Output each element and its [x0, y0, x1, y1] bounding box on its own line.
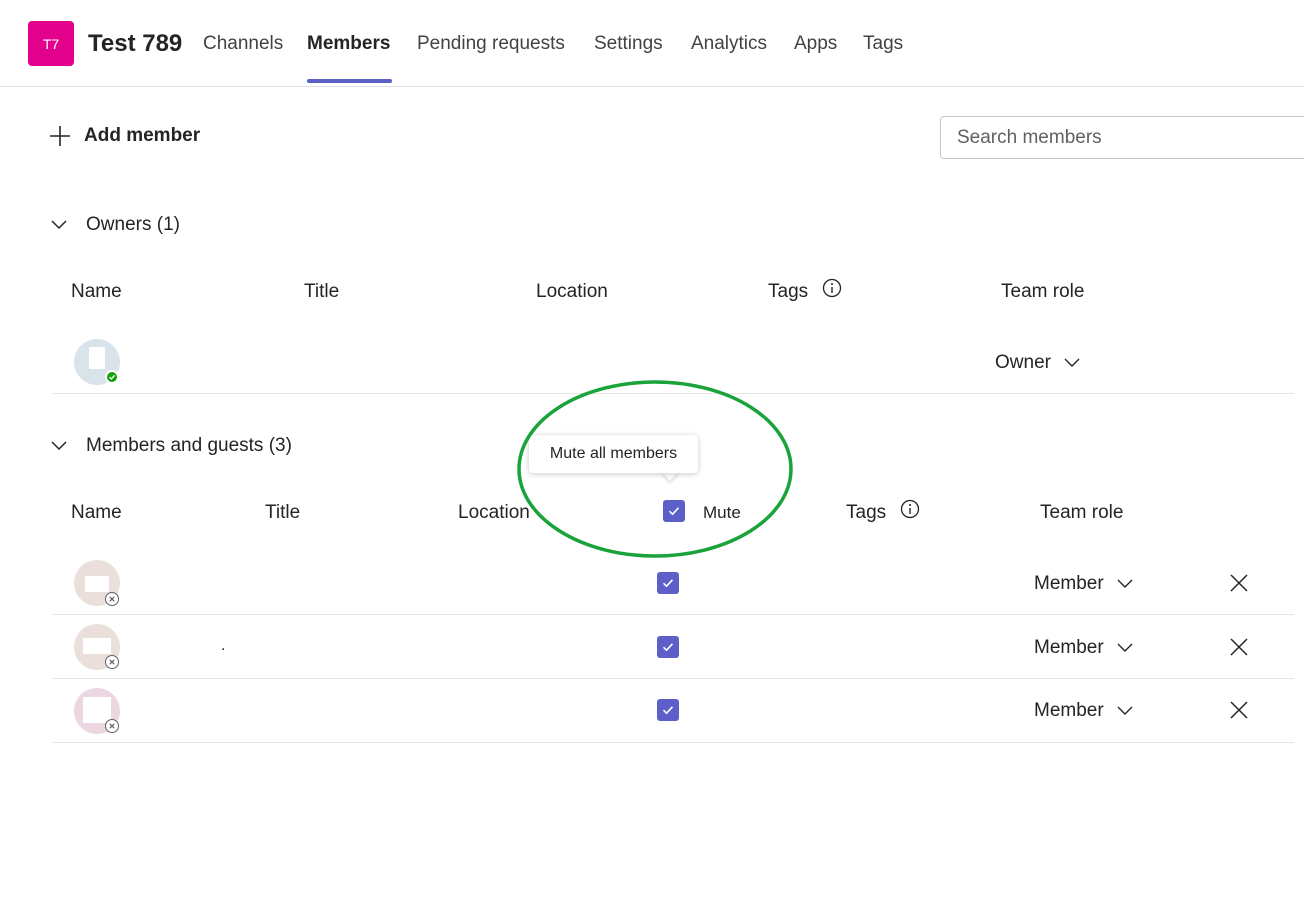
- checkmark-icon: [662, 643, 674, 652]
- info-icon[interactable]: [900, 499, 920, 519]
- avatar: [74, 339, 120, 385]
- info-icon[interactable]: [822, 278, 842, 298]
- tab-pending-requests[interactable]: Pending requests: [417, 33, 565, 55]
- members-col-title: Title: [265, 502, 301, 523]
- mute-all-tooltip: Mute all members: [529, 435, 698, 473]
- tab-analytics[interactable]: Analytics: [691, 33, 767, 55]
- tab-channels[interactable]: Channels: [203, 33, 283, 55]
- members-section-toggle[interactable]: Members and guests (3): [50, 435, 292, 457]
- members-col-name: Name: [71, 502, 122, 523]
- chevron-down-icon: [1117, 643, 1133, 652]
- members-col-location: Location: [458, 502, 530, 523]
- team-name: Test 789: [88, 30, 183, 57]
- owner-role-dropdown[interactable]: Owner: [995, 352, 1081, 374]
- presence-available-icon: [105, 370, 119, 384]
- chevron-down-icon: [1064, 358, 1080, 367]
- owners-col-title: Title: [304, 281, 340, 302]
- mute-checkbox[interactable]: [657, 699, 679, 721]
- avatar: [74, 688, 120, 734]
- close-icon[interactable]: [1228, 636, 1250, 658]
- team-avatar: T7: [28, 21, 74, 66]
- row-divider: [52, 393, 1294, 394]
- tab-members[interactable]: Members: [307, 33, 390, 55]
- member-role-label: Member: [1034, 573, 1104, 594]
- members-section-label: Members and guests (3): [86, 435, 292, 456]
- mute-checkbox[interactable]: [657, 636, 679, 658]
- close-icon[interactable]: [1228, 572, 1250, 594]
- owner-role-label: Owner: [995, 352, 1051, 373]
- row-divider: [52, 678, 1294, 679]
- row-divider: [52, 742, 1294, 743]
- owners-col-location: Location: [536, 281, 608, 302]
- chevron-down-icon: [1117, 579, 1133, 588]
- members-col-mute: Mute: [703, 503, 741, 522]
- close-icon[interactable]: [1228, 699, 1250, 721]
- mute-all-checkbox[interactable]: [663, 500, 685, 522]
- avatar: [74, 624, 120, 670]
- presence-offline-icon: [105, 655, 119, 669]
- tab-apps[interactable]: Apps: [794, 33, 837, 55]
- add-member-label: Add member: [84, 125, 201, 146]
- owners-col-team-role: Team role: [1001, 281, 1085, 302]
- mute-checkbox[interactable]: [657, 572, 679, 594]
- avatar: [74, 560, 120, 606]
- member-role-dropdown[interactable]: Member: [1034, 637, 1134, 659]
- active-tab-indicator: [307, 79, 392, 83]
- member-role-dropdown[interactable]: Member: [1034, 700, 1134, 722]
- checkmark-icon: [668, 507, 680, 516]
- members-col-tags: Tags: [846, 502, 887, 523]
- presence-offline-icon: [105, 719, 119, 733]
- row-divider: [52, 614, 1294, 615]
- header-divider: [0, 86, 1304, 87]
- owners-section-label: Owners (1): [86, 214, 180, 235]
- member-role-label: Member: [1034, 700, 1104, 721]
- chevron-down-icon: [1117, 706, 1133, 715]
- chevron-down-icon: [51, 220, 67, 230]
- member-name: .: [221, 637, 226, 654]
- tab-settings[interactable]: Settings: [594, 33, 663, 55]
- presence-offline-icon: [105, 592, 119, 606]
- member-role-label: Member: [1034, 637, 1104, 658]
- checkmark-icon: [662, 706, 674, 715]
- tab-tags[interactable]: Tags: [863, 33, 903, 55]
- members-col-team-role: Team role: [1040, 502, 1124, 523]
- tooltip-text: Mute all members: [549, 445, 678, 462]
- team-initials: T7: [42, 35, 60, 52]
- chevron-down-icon: [51, 441, 67, 451]
- owners-col-name: Name: [71, 281, 122, 302]
- add-member-button[interactable]: Add member: [48, 124, 200, 148]
- checkmark-icon: [662, 579, 674, 588]
- owners-col-tags: Tags: [768, 281, 809, 302]
- owners-section-toggle[interactable]: Owners (1): [50, 214, 180, 236]
- search-members-input[interactable]: [940, 116, 1304, 159]
- member-role-dropdown[interactable]: Member: [1034, 573, 1134, 595]
- plus-icon: [50, 126, 70, 146]
